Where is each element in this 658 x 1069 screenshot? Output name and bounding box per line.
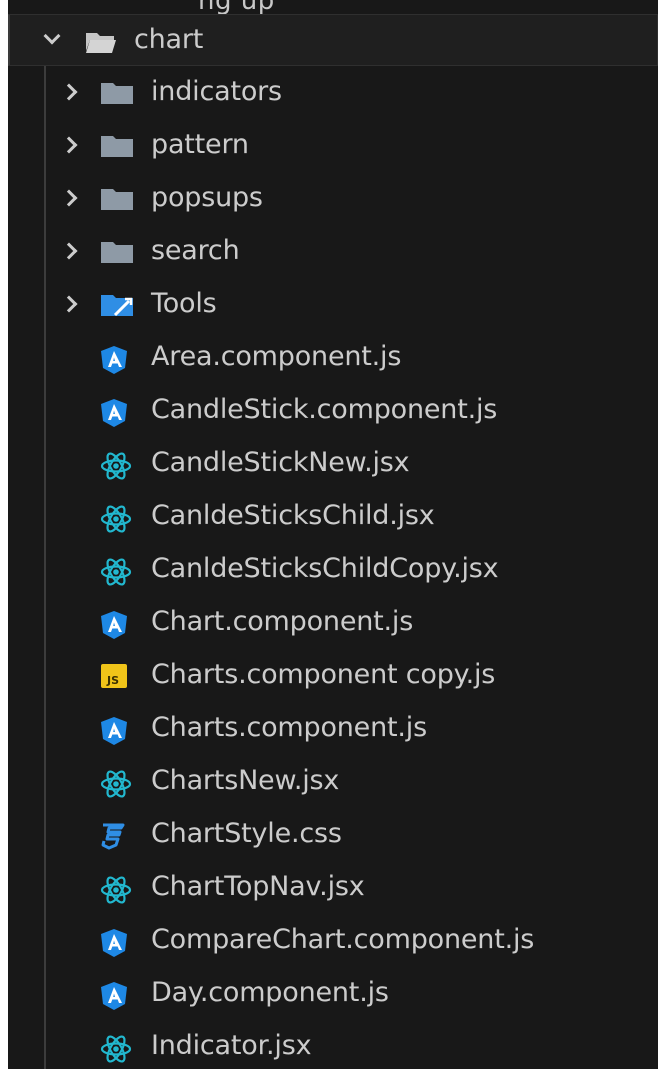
chevron-right-icon[interactable] [60,189,78,207]
folder-tools[interactable]: Tools [8,278,658,331]
top-strip: ng up [8,0,658,16]
folder-label: search [151,235,240,266]
folder-icon [100,133,134,163]
folder-label: chart [134,24,204,55]
file-explorer-panel: ng up chart indicators pattern popsups sear… [8,0,658,1069]
folder-pattern[interactable]: pattern [8,119,658,172]
file-label: CanldeSticksChildCopy.jsx [151,553,499,584]
file-area-component-js[interactable]: Area.component.js [8,331,658,384]
file-chartsnew-jsx[interactable]: ChartsNew.jsx [8,755,658,808]
file-label: ChartTopNav.jsx [151,871,365,902]
file-label: CandleStickNew.jsx [151,447,410,478]
angular-icon [100,928,128,962]
folder-icon [100,186,134,216]
folder-label: popsups [151,182,263,213]
react-icon [100,769,132,803]
file-label: Area.component.js [151,341,402,372]
file-label: ChartsNew.jsx [151,765,340,796]
file-label: CanldeSticksChild.jsx [151,500,435,531]
chevron-right-icon[interactable] [60,295,78,313]
angular-icon [100,345,128,379]
react-icon [100,1034,132,1068]
js-icon: JS [100,663,128,693]
file-label: Charts.component.js [151,712,427,743]
tools-folder-icon [100,292,136,324]
chevron-down-icon[interactable] [43,27,61,45]
file-tree: chart indicators pattern popsups search Tool… [8,14,658,1069]
file-candlestick-component-js[interactable]: CandleStick.component.js [8,384,658,437]
file-label: CandleStick.component.js [151,394,498,425]
react-icon [100,557,132,591]
folder-search[interactable]: search [8,225,658,278]
file-comparechart-component-js[interactable]: CompareChart.component.js [8,914,658,967]
file-canldestickschild-jsx[interactable]: CanldeSticksChild.jsx [8,490,658,543]
file-canldestickschildcopy-jsx[interactable]: CanldeSticksChildCopy.jsx [8,543,658,596]
indent-guide [44,66,46,1069]
chevron-right-icon[interactable] [60,242,78,260]
file-charts-component-js[interactable]: Charts.component.js [8,702,658,755]
file-chartstyle-css[interactable]: ChartStyle.css [8,808,658,861]
file-label: Indicator.jsx [151,1030,312,1061]
folder-label: Tools [151,288,217,319]
file-candlesticknew-jsx[interactable]: CandleStickNew.jsx [8,437,658,490]
svg-text:JS: JS [106,674,119,687]
folder-popsups[interactable]: popsups [8,172,658,225]
file-label: ChartStyle.css [151,818,342,849]
file-label: Chart.component.js [151,606,414,637]
folder-indicators[interactable]: indicators [8,66,658,119]
css-icon [100,822,126,854]
folder-label: indicators [151,76,282,107]
file-charts-component-copy-js[interactable]: JS Charts.component copy.js [8,649,658,702]
file-chart-component-js[interactable]: Chart.component.js [8,596,658,649]
file-indicator-jsx[interactable]: Indicator.jsx [8,1020,658,1069]
react-icon [100,875,132,909]
angular-icon [100,716,128,750]
react-icon [100,504,132,538]
file-charttopnav-jsx[interactable]: ChartTopNav.jsx [8,861,658,914]
folder-label: pattern [151,129,249,160]
angular-icon [100,610,128,644]
folder-open-icon [84,29,118,59]
folder-icon [100,239,134,269]
chevron-right-icon[interactable] [60,136,78,154]
file-label: Day.component.js [151,977,389,1008]
chevron-right-icon[interactable] [60,83,78,101]
file-label: CompareChart.component.js [151,924,535,955]
folder-icon [100,80,134,110]
angular-icon [100,398,128,432]
folder-chart[interactable]: chart [8,14,658,66]
file-label: Charts.component copy.js [151,659,496,690]
angular-icon [100,981,128,1015]
react-icon [100,451,132,485]
file-day-component-js[interactable]: Day.component.js [8,967,658,1020]
